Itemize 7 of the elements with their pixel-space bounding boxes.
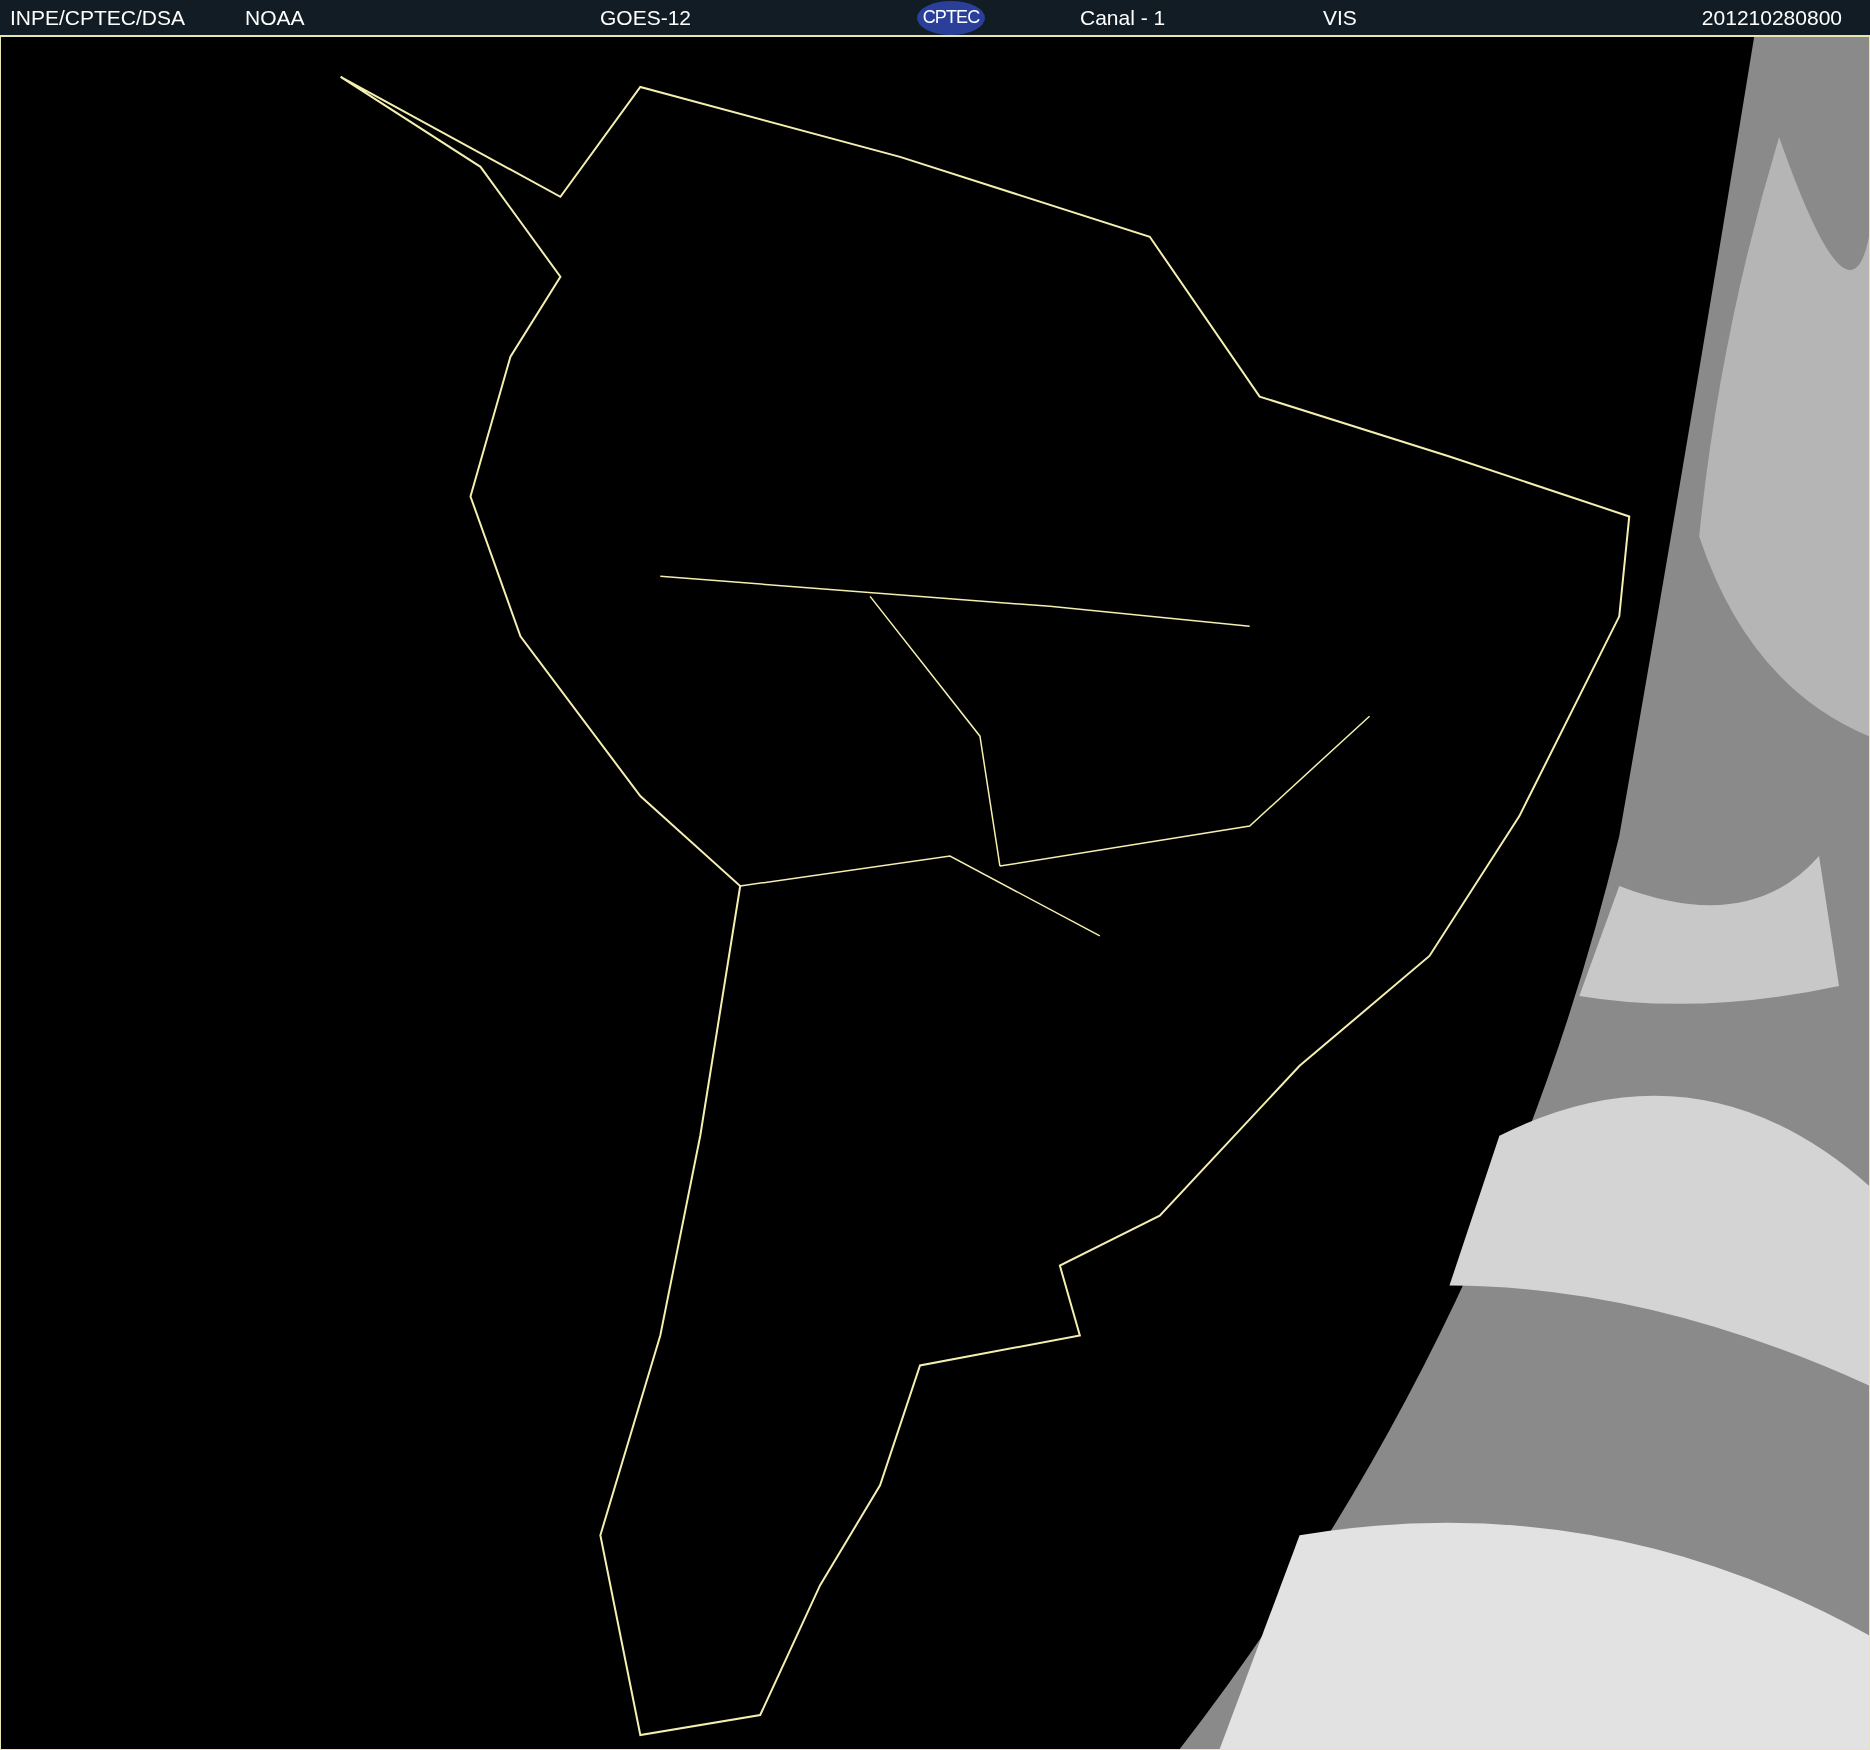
timestamp-label: 201210280800	[1701, 4, 1842, 31]
source-label: INPE/CPTEC/DSA	[10, 4, 187, 31]
band-label: VIS	[1323, 4, 1357, 31]
satellite-label: GOES-12	[600, 4, 693, 31]
channel-label: Canal - 1	[1080, 4, 1167, 31]
agency-label: NOAA	[245, 4, 306, 31]
logo: CPTEC	[917, 0, 985, 35]
